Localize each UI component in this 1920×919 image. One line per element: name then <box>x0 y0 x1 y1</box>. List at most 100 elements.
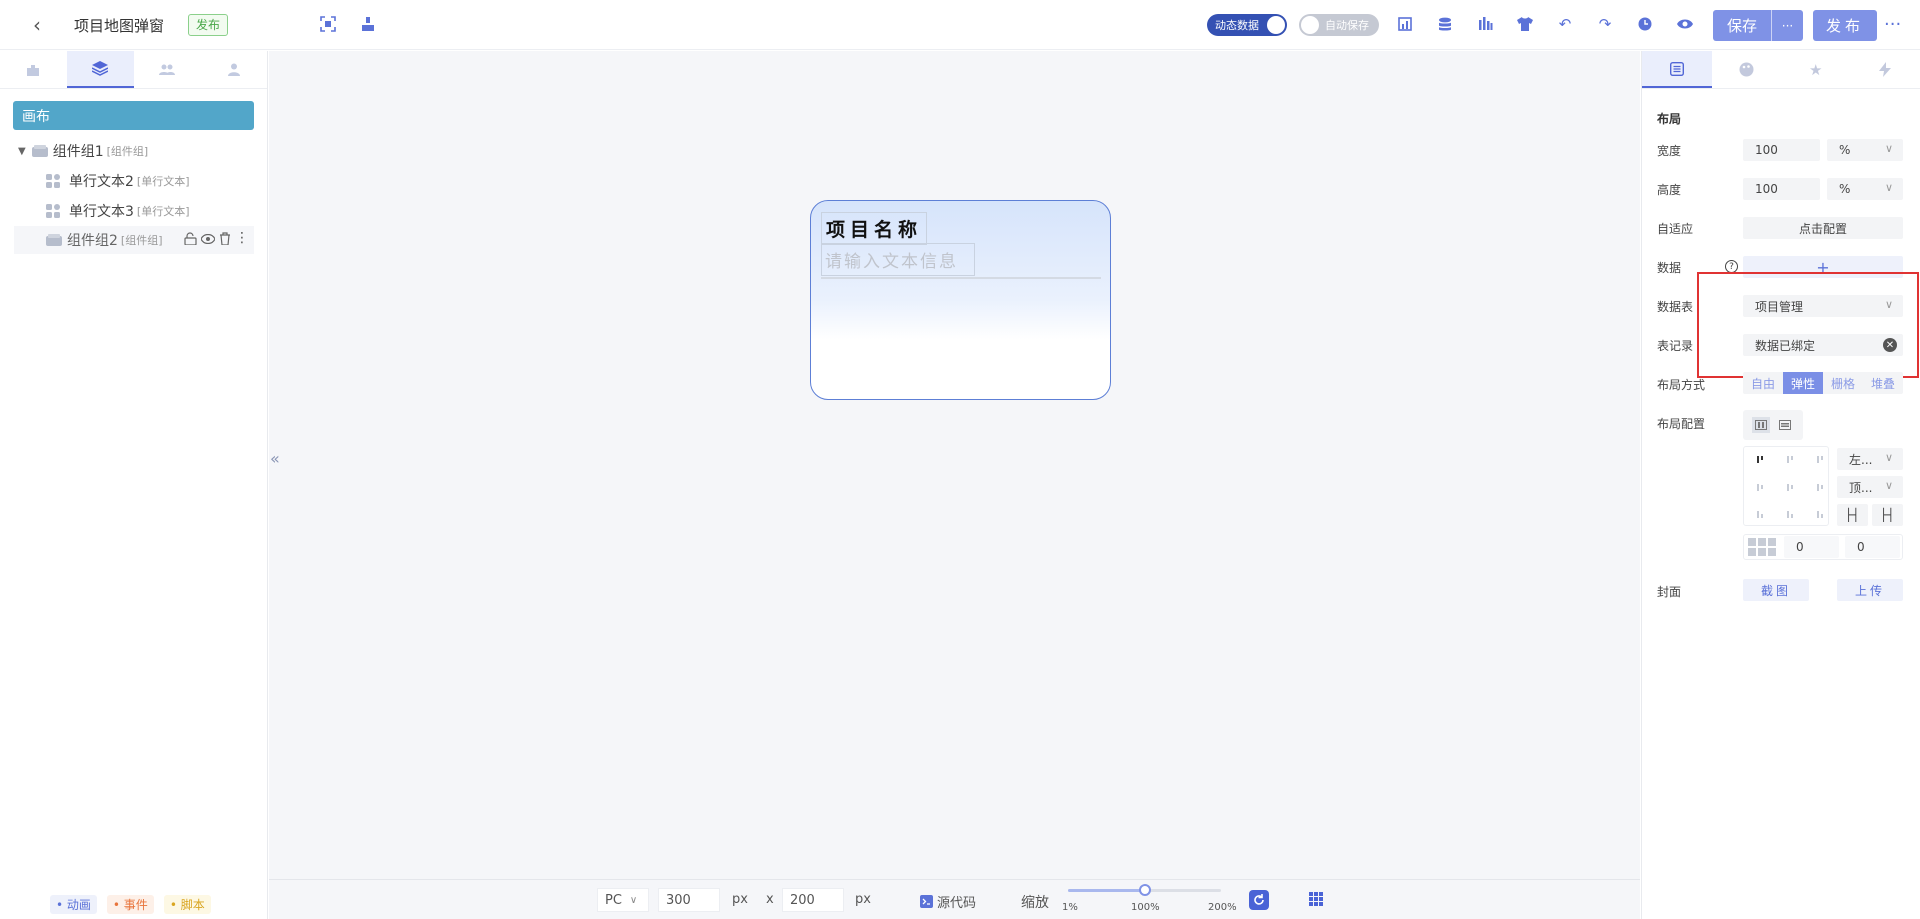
zoom-slider-handle[interactable] <box>1138 884 1151 896</box>
width-input[interactable]: 300 <box>658 888 720 912</box>
width-unit-select[interactable]: % ∨ <box>1827 139 1903 161</box>
zoom-mid-label: 100% <box>1131 902 1160 913</box>
tree-item-label: 组件组2 <box>67 233 118 249</box>
gap-y-input[interactable]: 0 <box>1845 536 1900 558</box>
layout-mode-flex[interactable]: 弹性 <box>1783 372 1823 394</box>
layout-mode-free[interactable]: 自由 <box>1743 372 1783 394</box>
right-tabs: ★ <box>1642 51 1920 89</box>
more-menu-icon[interactable]: ··· <box>1884 14 1901 35</box>
event-tag[interactable]: • 事件 <box>106 895 154 914</box>
tree-item-type: [组件组] <box>106 145 149 158</box>
save-more-button[interactable]: ··· <box>1772 19 1803 33</box>
shirt-icon[interactable] <box>1515 14 1535 34</box>
zoom-min-label: 1% <box>1062 902 1078 913</box>
zoom-label: 缩放 <box>1021 895 1049 911</box>
redo-icon[interactable]: ↷ <box>1595 14 1615 34</box>
animation-tag[interactable]: • 动画 <box>50 895 97 914</box>
upload-button[interactable]: 上传 <box>1837 579 1903 601</box>
tab-favorite[interactable]: ★ <box>1781 51 1851 88</box>
zoom-slider-fill <box>1068 889 1145 892</box>
reset-zoom-icon[interactable] <box>1249 890 1269 910</box>
publish-button[interactable]: 发布 <box>1813 10 1877 41</box>
toggle-knob <box>1267 16 1285 34</box>
dynamic-data-toggle[interactable]: 动态数据 <box>1207 14 1287 36</box>
toggle-knob <box>1301 16 1319 34</box>
status-bar: PC ∨ 300 px x 200 px 源代码 缩放 1% 100% 200% <box>269 879 1640 919</box>
focus-icon[interactable] <box>318 14 338 34</box>
horizontal-align-select[interactable]: 左... ∨ <box>1837 448 1903 470</box>
collapse-panel-icon[interactable]: « <box>270 449 280 468</box>
direction-row-icon[interactable] <box>1752 417 1770 433</box>
design-canvas[interactable] <box>269 51 1640 919</box>
autosave-toggle[interactable]: 自动保存 <box>1299 14 1379 36</box>
chevron-down-icon: ∨ <box>1884 479 1893 492</box>
tab-style[interactable] <box>1712 51 1782 88</box>
trash-icon[interactable] <box>219 232 231 245</box>
tab-events[interactable] <box>1851 51 1920 88</box>
gap-x-input[interactable]: 0 <box>1784 536 1839 558</box>
tab-layers[interactable] <box>66 51 134 88</box>
layout-mode-stack[interactable]: 堆叠 <box>1863 372 1903 394</box>
tree-item-text2[interactable]: 单行文本2 [单行文本] <box>0 167 268 195</box>
table-label: 数据表 <box>1657 300 1694 314</box>
width-label: 宽度 <box>1657 144 1682 158</box>
canvas-layer[interactable]: 画布 <box>13 101 254 130</box>
tree-item-group1[interactable]: ▼ 组件组1 [组件组] <box>0 137 268 165</box>
database-icon[interactable] <box>1435 14 1455 34</box>
undo-icon[interactable]: ↶ <box>1555 14 1575 34</box>
tree-item-type: [组件组] <box>120 234 163 247</box>
save-button[interactable]: 保存 ··· <box>1713 10 1803 41</box>
height-input[interactable]: 200 <box>782 888 844 912</box>
layout-mode-grid[interactable]: 栅格 <box>1823 372 1863 394</box>
align-top-left[interactable] <box>1757 456 1763 463</box>
width-value-input[interactable]: 100 <box>1743 139 1820 161</box>
direction-column-icon[interactable] <box>1776 417 1794 433</box>
zoom-slider-track[interactable] <box>1068 884 1221 896</box>
tree-item-group2[interactable]: 组件组2 [组件组] ⋮ <box>14 226 254 254</box>
visibility-eye-icon[interactable] <box>201 233 215 244</box>
vertical-align-value: 顶... <box>1849 480 1873 495</box>
device-value: PC <box>605 892 622 908</box>
bars-icon[interactable] <box>1475 14 1495 34</box>
gap-grid-icon <box>1748 538 1776 560</box>
history-icon[interactable] <box>1635 14 1655 34</box>
tree-item-type: [单行文本] <box>136 175 190 188</box>
popup-widget[interactable]: 项目名称 请输入文本信息 <box>810 200 1111 400</box>
script-tag[interactable]: • 脚本 <box>163 895 211 914</box>
chart-edit-icon[interactable] <box>1395 14 1415 34</box>
adapt-config-button[interactable]: 点击配置 <box>1743 217 1903 239</box>
tree-item-type: [单行文本] <box>136 205 190 218</box>
back-icon[interactable]: ‹ <box>26 13 48 37</box>
component-icon <box>46 203 60 218</box>
lock-icon[interactable] <box>184 232 197 245</box>
height-unit-select[interactable]: % ∨ <box>1827 178 1903 200</box>
caret-down-icon[interactable]: ▼ <box>18 146 26 157</box>
adapt-label: 自适应 <box>1657 222 1694 236</box>
source-code-button[interactable]: 源代码 <box>920 892 976 911</box>
autosave-label: 自动保存 <box>1325 19 1369 32</box>
kebab-menu-icon[interactable]: ⋮ <box>235 231 249 245</box>
layout-section-title: 布局 <box>1657 112 1682 126</box>
widget-title[interactable]: 项目名称 <box>821 212 928 245</box>
save-label: 保存 <box>1726 17 1757 35</box>
tab-person[interactable] <box>200 51 267 88</box>
bottom-tags: • 动画 • 事件 • 脚本 <box>50 895 211 914</box>
tab-components[interactable] <box>0 51 67 88</box>
space-between-icon[interactable]: ├┤ <box>1837 504 1868 526</box>
tab-users[interactable] <box>134 51 201 88</box>
height-value-input[interactable]: 100 <box>1743 178 1820 200</box>
tree-item-text3[interactable]: 单行文本3 [单行文本] <box>0 197 268 225</box>
space-around-icon[interactable]: ├┤ <box>1872 504 1903 526</box>
device-select[interactable]: PC ∨ <box>597 888 649 912</box>
preview-eye-icon[interactable] <box>1675 14 1695 34</box>
record-label: 表记录 <box>1657 339 1694 353</box>
tab-properties[interactable] <box>1642 51 1712 88</box>
zoom-max-label: 200% <box>1208 902 1237 913</box>
screenshot-button[interactable]: 截图 <box>1743 579 1809 601</box>
tree-item-label: 组件组1 <box>52 144 104 160</box>
vertical-align-select[interactable]: 顶... ∨ <box>1837 476 1903 498</box>
widget-text-input[interactable]: 请输入文本信息 <box>821 243 975 276</box>
layout-mode-segmented: 自由 弹性 栅格 堆叠 <box>1743 372 1903 394</box>
brush-icon[interactable] <box>358 14 378 34</box>
grid-view-icon[interactable] <box>1309 892 1323 910</box>
